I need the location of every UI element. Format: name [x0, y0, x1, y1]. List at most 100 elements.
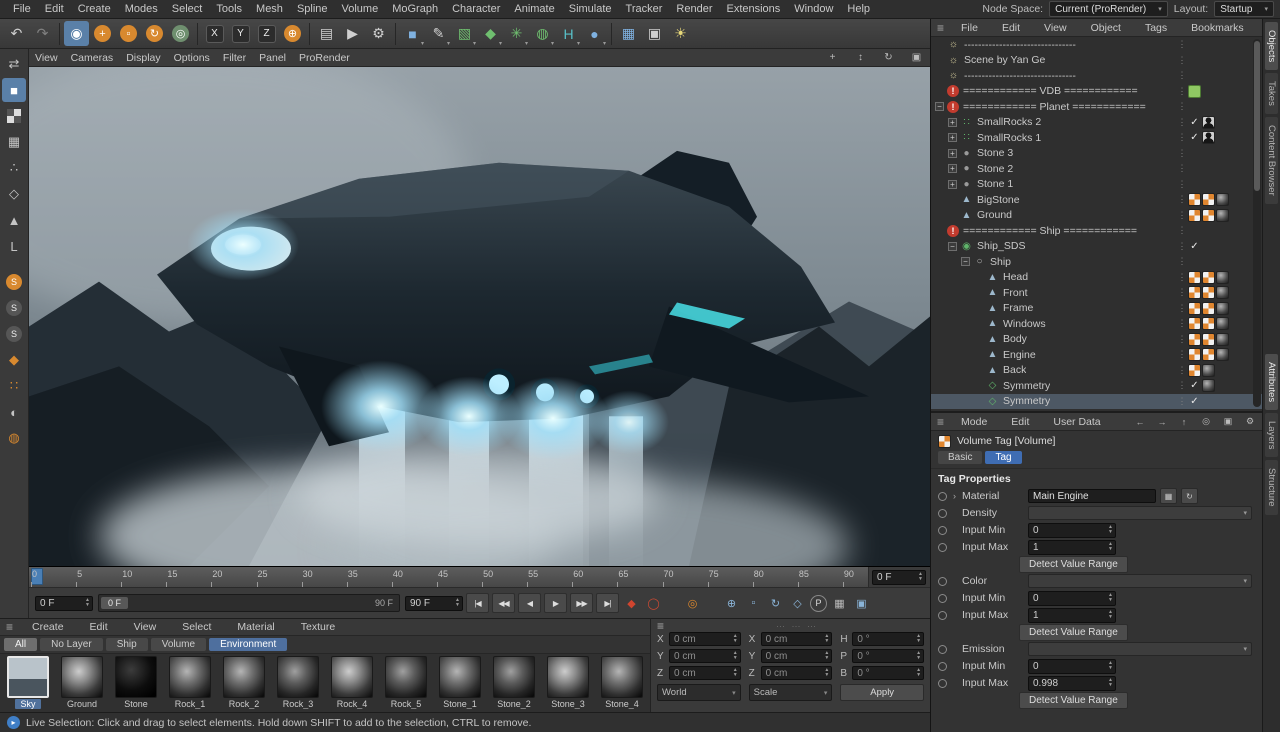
- stepper-arrows-icon[interactable]: ▲ ▼: [1108, 678, 1113, 688]
- material-menu-create[interactable]: Create: [25, 619, 71, 635]
- object-row-vdb[interactable]: ! ============ VDB ============ ⋮: [931, 84, 1262, 100]
- keyframe-dot-icon[interactable]: [938, 593, 947, 603]
- stepper-arrows-icon[interactable]: ▲ ▼: [1108, 525, 1113, 535]
- coord-z-field[interactable]: 0 cm ▲ ▼: [669, 666, 741, 680]
- slider-handle[interactable]: 0 F: [101, 597, 129, 609]
- input-min-field[interactable]: 0 ▲ ▼: [1028, 658, 1116, 674]
- generators-icon[interactable]: ▧ ▾: [452, 21, 477, 47]
- material-ground[interactable]: Ground: [56, 656, 108, 711]
- panel-menu-icon[interactable]: ≡: [937, 22, 944, 34]
- material-stone-4[interactable]: Stone_4: [596, 656, 648, 711]
- node-space-select[interactable]: Current (ProRender) ▾: [1049, 1, 1168, 17]
- mat-tag-icon[interactable]: [1188, 286, 1201, 300]
- mat-tag-icon[interactable]: [1188, 270, 1201, 284]
- start-frame-field[interactable]: 0 F ▲ ▼: [35, 595, 93, 611]
- menu-create[interactable]: Create: [71, 1, 118, 17]
- viewport-menu-options[interactable]: Options: [174, 52, 210, 64]
- object-row-front[interactable]: ▲ Front ⋮: [931, 285, 1262, 301]
- ball-tag-icon[interactable]: [1216, 348, 1229, 362]
- object-row-ground[interactable]: ▲ Ground ⋮: [931, 208, 1262, 224]
- menu-mesh[interactable]: Mesh: [249, 1, 290, 17]
- timeline-track[interactable]: 0 5 10 15 20 25 30 35 40 45 50 55 60 65 70 75 80 85 90: [29, 567, 868, 587]
- visibility-dots-icon[interactable]: ⋮: [1176, 225, 1188, 236]
- ball-tag-icon[interactable]: [1216, 317, 1229, 331]
- viewport-menu-prorender[interactable]: ProRender: [299, 52, 350, 64]
- stepper-arrows-icon[interactable]: ▲ ▼: [824, 634, 829, 644]
- visibility-dots-icon[interactable]: ⋮: [1176, 148, 1188, 159]
- visibility-dots-icon[interactable]: ⋮: [1176, 194, 1188, 205]
- ball-tag-icon[interactable]: [1216, 193, 1229, 207]
- object-row-stone-3[interactable]: + ● Stone 3 ⋮: [931, 146, 1262, 162]
- goto-start-button[interactable]: |◀: [466, 593, 489, 613]
- viewport-menu-filter[interactable]: Filter: [223, 52, 246, 64]
- expand-toggle-icon[interactable]: +: [948, 117, 957, 127]
- x-axis-lock-icon[interactable]: X: [202, 21, 227, 46]
- prev-frame-button[interactable]: ◀: [518, 593, 541, 613]
- menu-spline[interactable]: Spline: [290, 1, 335, 17]
- prev-key-button[interactable]: ◀◀: [492, 593, 515, 613]
- quantize-icon[interactable]: ∷: [2, 374, 26, 398]
- menu-help[interactable]: Help: [840, 1, 877, 17]
- stepper-arrows-icon[interactable]: ▲ ▼: [1108, 661, 1113, 671]
- texture-browse-icon[interactable]: ▦: [1160, 488, 1177, 504]
- undo-icon[interactable]: ↶: [4, 21, 29, 46]
- note-tag-icon[interactable]: [1188, 84, 1201, 98]
- stepper-arrows-icon[interactable]: ▲ ▼: [1108, 610, 1113, 620]
- deformers-icon[interactable]: ◆ ▾: [478, 21, 503, 47]
- ball-tag-icon[interactable]: [1202, 363, 1215, 377]
- y-axis-lock-icon[interactable]: Y: [228, 21, 253, 46]
- keyframe-selection-icon[interactable]: ◎: [683, 594, 702, 612]
- object-row-ship-sds[interactable]: − ◉ Ship_SDS ⋮ ✓: [931, 239, 1262, 255]
- layer-tab-volume[interactable]: Volume: [150, 638, 207, 651]
- material-ball-icon[interactable]: ◐: [2, 400, 26, 424]
- object-row-symmetry[interactable]: ◇ Symmetry ⋮ ✓: [931, 393, 1262, 409]
- edges-mode-icon[interactable]: ◇: [2, 182, 26, 206]
- torus-icon[interactable]: ◍: [2, 426, 26, 450]
- shader-link-icon[interactable]: ↻: [1181, 488, 1198, 504]
- head-tag-icon[interactable]: [1202, 115, 1215, 129]
- team-render-icon[interactable]: ▦: [616, 21, 641, 46]
- coord-h-field[interactable]: 0 ° ▲ ▼: [852, 632, 925, 646]
- keyframe-dot-icon[interactable]: [938, 542, 947, 552]
- object-menu-view[interactable]: View: [1037, 20, 1074, 36]
- visibility-dots-icon[interactable]: ⋮: [1176, 210, 1188, 221]
- history-back-icon[interactable]: ←: [1134, 417, 1146, 427]
- menu-modes[interactable]: Modes: [118, 1, 165, 17]
- visibility-dots-icon[interactable]: ⋮: [1176, 163, 1188, 174]
- viewport-scene[interactable]: [29, 67, 930, 567]
- attribute-menu-mode[interactable]: Mode: [954, 414, 994, 430]
- object-row-scene-by-yan-ge[interactable]: ☼ Scene by Yan Ge ⋮: [931, 53, 1262, 69]
- chk-tag-icon[interactable]: ✓: [1188, 379, 1201, 392]
- current-frame-field[interactable]: 0 F ▲ ▼: [872, 569, 926, 585]
- ball-tag-icon[interactable]: [1216, 286, 1229, 300]
- render-view-icon[interactable]: ▤: [314, 21, 339, 46]
- panel-menu-icon[interactable]: ≡: [657, 620, 664, 632]
- next-frame-button[interactable]: ▶▶: [570, 593, 593, 613]
- scrollbar-thumb[interactable]: [1254, 41, 1260, 191]
- material-rock-1[interactable]: Rock_1: [164, 656, 216, 711]
- layer-tab-environment[interactable]: Environment: [209, 638, 288, 651]
- texture-mode-icon[interactable]: [2, 104, 26, 128]
- keyframe-dot-icon[interactable]: [938, 576, 947, 586]
- object-row-item[interactable]: ☼ -------------------------------- ⋮: [931, 68, 1262, 84]
- visibility-dots-icon[interactable]: ⋮: [1176, 287, 1188, 298]
- expand-toggle-icon[interactable]: −: [935, 102, 944, 112]
- input-min-field[interactable]: 0 ▲ ▼: [1028, 522, 1116, 538]
- object-row-planet[interactable]: −! ============ Planet ============ ⋮: [931, 99, 1262, 115]
- play-button[interactable]: ▶: [544, 593, 567, 613]
- panel-tab-attributes[interactable]: Attributes: [1265, 353, 1278, 410]
- maximize-view-icon[interactable]: ▣: [909, 52, 924, 63]
- expand-toggle-icon[interactable]: −: [948, 241, 957, 251]
- object-row-frame[interactable]: ▲ Frame ⋮: [931, 301, 1262, 317]
- z-axis-lock-icon[interactable]: Z: [254, 21, 279, 46]
- material-menu-edit[interactable]: Edit: [83, 619, 115, 635]
- record-position-icon[interactable]: ⊕: [722, 594, 741, 612]
- zoom-view-icon[interactable]: ↕: [853, 52, 868, 63]
- axis-mode-icon[interactable]: L: [2, 234, 26, 258]
- rotate-view-icon[interactable]: ↻: [881, 52, 896, 63]
- object-row-windows[interactable]: ▲ Windows ⋮: [931, 316, 1262, 332]
- material-menu-texture[interactable]: Texture: [294, 619, 342, 635]
- mat-tag-icon[interactable]: [1188, 348, 1201, 362]
- menu-character[interactable]: Character: [445, 1, 507, 17]
- material-sky[interactable]: Sky: [2, 656, 54, 711]
